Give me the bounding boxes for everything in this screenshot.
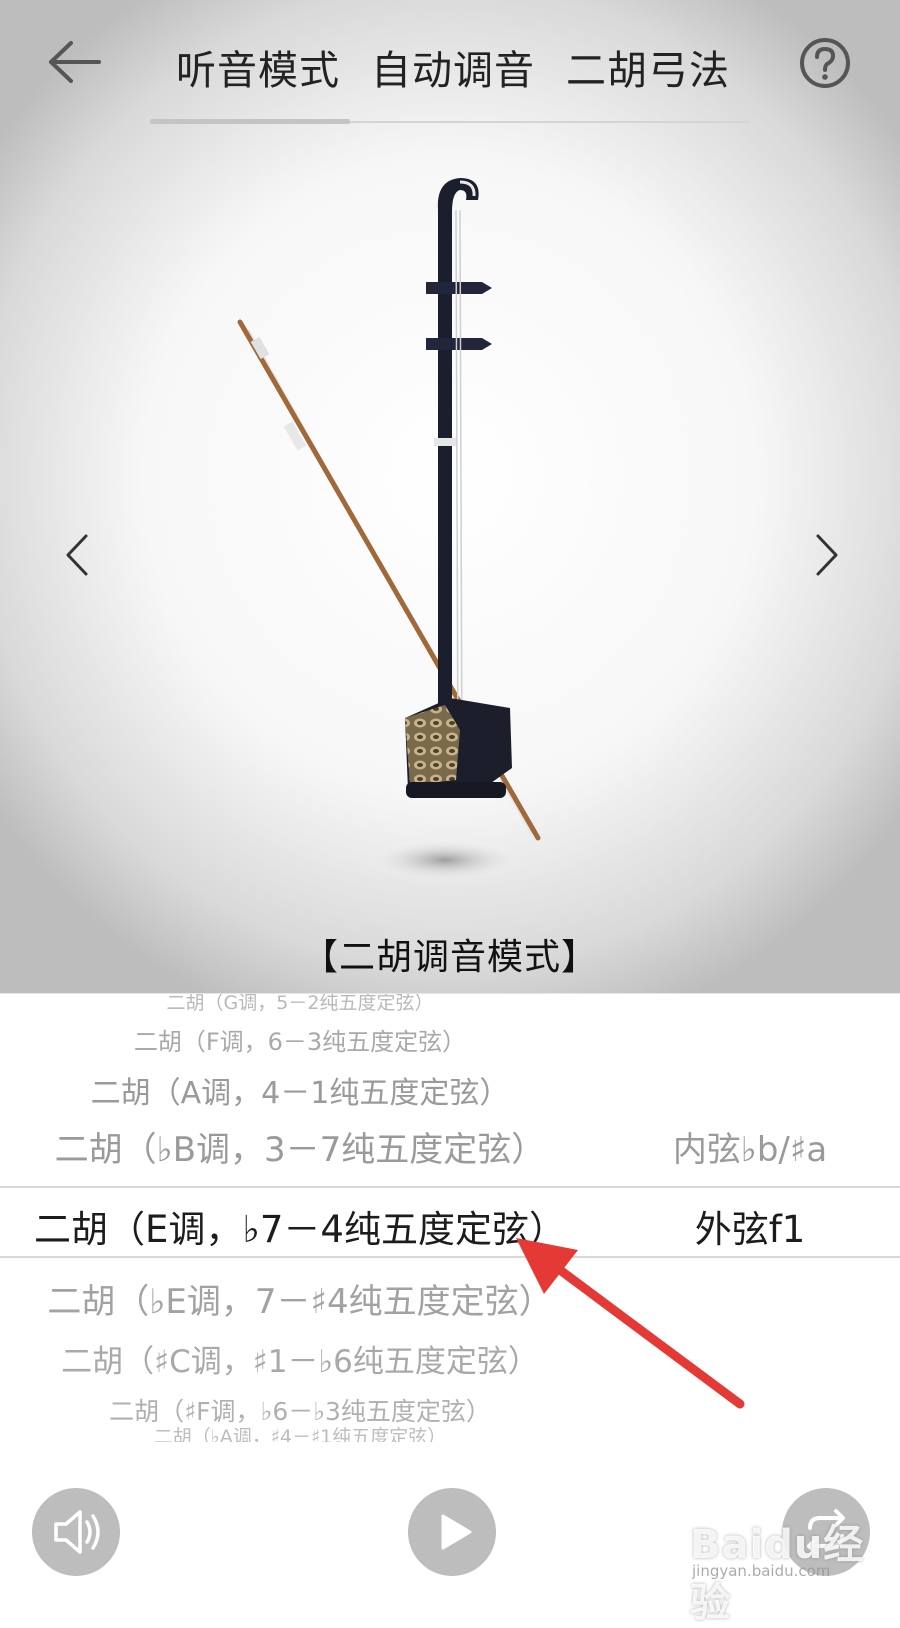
top-bar: 听音模式 自动调音 二胡弓法 <box>0 0 900 125</box>
tuning-label: 二胡（G调，5－2纯五度定弦） <box>166 994 434 1014</box>
prev-button[interactable] <box>58 530 98 580</box>
question-circle-icon <box>800 38 850 88</box>
mode-title: 【二胡调音模式】 <box>301 937 598 978</box>
watermark: Baidu经验 jingyan.baidu.com <box>690 1512 890 1626</box>
tuning-label: 二胡（♯C调，♯1－♭6纯五度定弦） <box>61 1344 539 1380</box>
string-note-label: 内弦♭b/♯a <box>672 1130 828 1170</box>
chevron-left-icon <box>66 534 88 576</box>
arrow-left-icon <box>49 41 101 83</box>
tuning-label: 二胡（♭B调，3－7纯五度定弦） <box>54 1130 546 1170</box>
tuning-label: 二胡（F调，6－3纯五度定弦） <box>133 1028 467 1056</box>
tuning-label: 二胡（A调，4－1纯五度定弦） <box>90 1076 510 1111</box>
selected-tuning-label: 二胡（E调，♭7－4纯五度定弦） <box>34 1208 566 1251</box>
erhu-image <box>237 178 541 882</box>
watermark-url: jingyan.baidu.com <box>692 1562 831 1580</box>
chevron-right-icon <box>816 534 838 576</box>
tab-active-indicator <box>150 119 350 124</box>
volume-button[interactable] <box>32 1488 120 1576</box>
play-icon <box>441 1514 472 1550</box>
next-button[interactable] <box>808 530 848 580</box>
tab-auto-tune[interactable]: 自动调音 <box>371 38 535 94</box>
tab-listen-mode[interactable]: 听音模式 <box>176 38 340 94</box>
selection-divider-top <box>0 1186 900 1188</box>
speaker-icon <box>54 1510 100 1554</box>
annotation-arrow-icon <box>516 1238 745 1409</box>
picker-row[interactable]: 二胡（G调，5－2纯五度定弦） <box>0 994 900 1018</box>
tuning-label: 二胡（♭E调，7－♯4纯五度定弦） <box>47 1282 553 1322</box>
back-button[interactable] <box>40 30 110 94</box>
tuning-label: 二胡（♭A调，♯4－♯1纯五度定弦） <box>153 1426 447 1442</box>
help-button[interactable] <box>798 36 852 90</box>
tab-bowing[interactable]: 二胡弓法 <box>566 38 730 94</box>
play-button[interactable] <box>408 1488 496 1576</box>
